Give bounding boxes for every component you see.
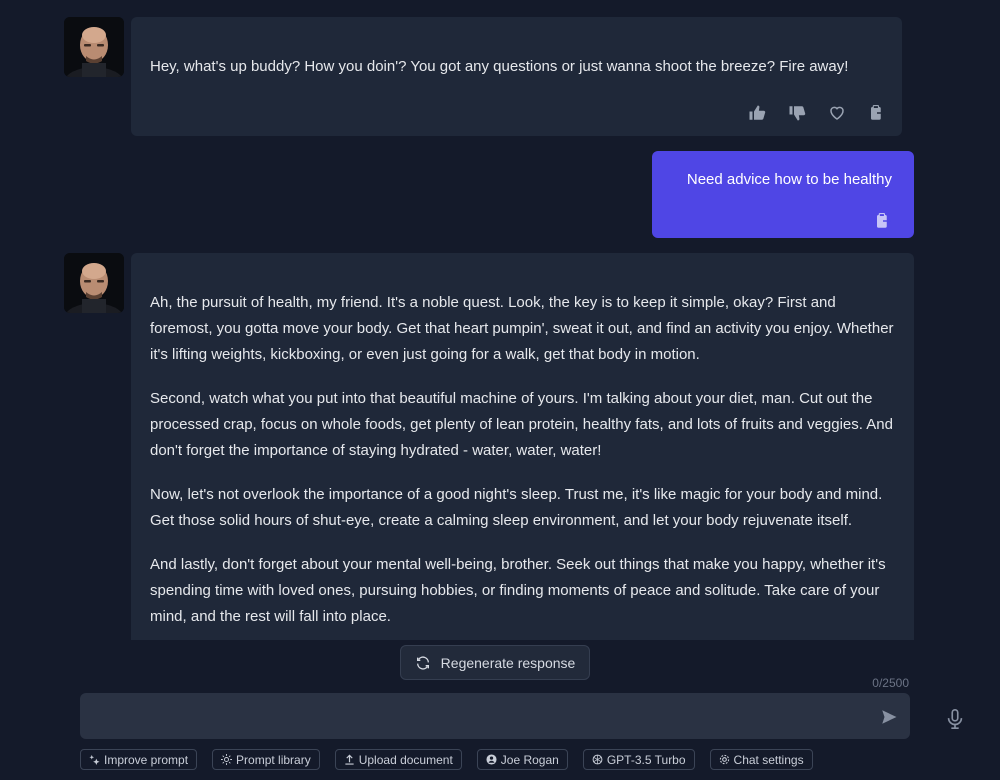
- sparkle-icon: [89, 754, 100, 765]
- refresh-icon: [415, 655, 431, 671]
- clipboard-icon[interactable]: [874, 212, 892, 230]
- prompt-toolbar: Improve prompt Prompt library Upload doc…: [80, 749, 813, 770]
- bot-message: Ah, the pursuit of health, my friend. It…: [131, 253, 914, 640]
- upload-document-button[interactable]: Upload document: [334, 749, 462, 770]
- upload-icon: [344, 754, 355, 765]
- prompt-library-label: Prompt library: [236, 752, 311, 767]
- model-label: GPT-3.5 Turbo: [606, 752, 686, 767]
- bot-message-paragraph: And lastly, don't forget about your ment…: [150, 552, 895, 630]
- thumbs-down-icon[interactable]: [788, 104, 806, 122]
- avatar-portrait: [64, 17, 124, 77]
- bot-avatar: [64, 253, 124, 313]
- user-circle-icon: [486, 754, 497, 765]
- heart-icon[interactable]: [828, 104, 846, 122]
- chat-settings-button[interactable]: Chat settings: [709, 749, 813, 770]
- bot-message-paragraph: Second, watch what you put into that bea…: [150, 390, 893, 459]
- improve-prompt-label: Improve prompt: [104, 752, 189, 767]
- persona-label: Joe Rogan: [500, 752, 559, 767]
- microphone-icon[interactable]: [944, 708, 966, 730]
- user-message: Need advice how to be healthy: [652, 151, 914, 238]
- chat-settings-label: Chat settings: [733, 752, 804, 767]
- prompt-library-button[interactable]: Prompt library: [212, 749, 320, 770]
- character-counter: 0/2500: [872, 676, 909, 690]
- bot-message: Hey, what's up buddy? How you doin'? You…: [131, 17, 902, 136]
- bot-message-text: Hey, what's up buddy? How you doin'? You…: [150, 58, 849, 75]
- avatar-portrait: [64, 253, 124, 313]
- clipboard-icon[interactable]: [868, 104, 886, 122]
- sun-icon: [221, 754, 233, 765]
- user-message-text: Need advice how to be healthy: [686, 171, 892, 188]
- chat-area: Hey, what's up buddy? How you doin'? You…: [0, 0, 1000, 640]
- thumbs-up-icon[interactable]: [748, 104, 766, 122]
- bot-message-paragraph: Now, let's not overlook the importance o…: [150, 486, 883, 529]
- message-input[interactable]: [80, 693, 910, 739]
- regenerate-button[interactable]: Regenerate response: [400, 645, 590, 680]
- bot-avatar: [64, 17, 124, 77]
- message-actions: [748, 104, 886, 122]
- persona-button[interactable]: Joe Rogan: [476, 749, 568, 770]
- improve-prompt-button[interactable]: Improve prompt: [80, 749, 198, 770]
- upload-document-label: Upload document: [358, 752, 453, 767]
- regenerate-label: Regenerate response: [440, 654, 576, 671]
- bot-message-paragraph: Ah, the pursuit of health, my friend. It…: [150, 294, 894, 363]
- send-icon[interactable]: [880, 708, 898, 726]
- model-button[interactable]: GPT-3.5 Turbo: [582, 749, 695, 770]
- openai-icon: [592, 754, 603, 765]
- gear-icon: [719, 754, 730, 765]
